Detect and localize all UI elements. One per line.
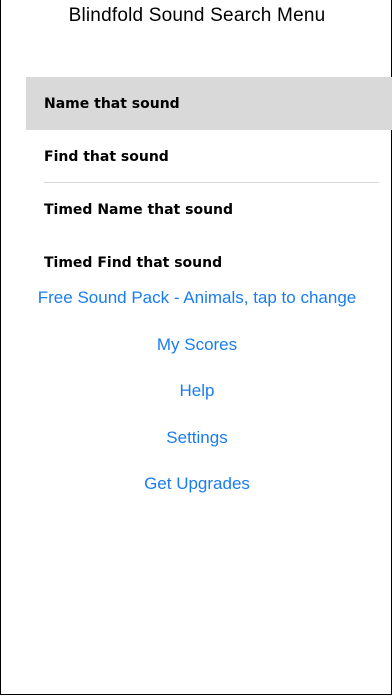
settings-link[interactable]: Settings (1, 423, 392, 470)
my-scores-link[interactable]: My Scores (1, 330, 392, 377)
app-screen: Blindfold Sound Search Menu Name that so… (0, 0, 392, 695)
menu-item-label: Name that sound (44, 95, 180, 112)
menu-item-timed-name-that-sound[interactable]: Timed Name that sound (1, 183, 392, 236)
menu-item-name-that-sound[interactable]: Name that sound (26, 77, 392, 130)
menu-item-label: Find that sound (44, 148, 169, 165)
menu-links: Free Sound Pack - Animals, tap to change… (1, 283, 392, 516)
sound-pack-link[interactable]: Free Sound Pack - Animals, tap to change (1, 283, 392, 330)
menu-item-label: Timed Find that sound (44, 254, 223, 268)
menu-item-find-that-sound[interactable]: Find that sound (1, 130, 392, 183)
menu-item-timed-find-that-sound[interactable]: Timed Find that sound (1, 236, 392, 268)
get-upgrades-link[interactable]: Get Upgrades (1, 469, 392, 516)
menu-item-label: Timed Name that sound (44, 201, 234, 218)
game-mode-list[interactable]: Name that sound Find that sound Timed Na… (1, 77, 392, 267)
page-title: Blindfold Sound Search Menu (68, 5, 326, 26)
help-link[interactable]: Help (1, 376, 392, 423)
